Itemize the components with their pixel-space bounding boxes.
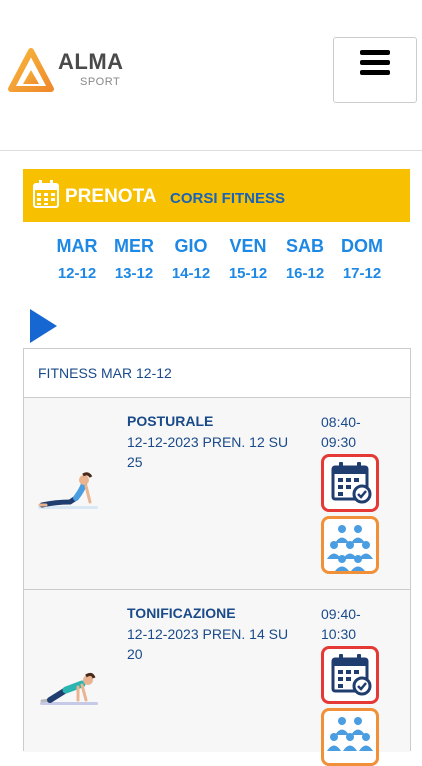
day-name: VEN: [229, 236, 267, 256]
menu-button[interactable]: [333, 37, 417, 103]
book-class-button[interactable]: [321, 646, 379, 704]
calendar-check-icon: [331, 654, 372, 696]
brand-subtitle: SPORT: [80, 76, 121, 88]
header-divider: [0, 150, 422, 151]
day-tab-mar[interactable]: MAR 12-12: [48, 236, 106, 282]
class-info: 12-12-2023 PREN. 14 SU 20: [127, 626, 289, 662]
next-week-play-icon[interactable]: [30, 309, 57, 343]
day-date: 15-12: [228, 265, 268, 282]
brand-name: ALMA: [58, 49, 124, 74]
day-tab-gio[interactable]: GIO 14-12: [162, 236, 220, 282]
alma-sport-logo[interactable]: ALMA SPORT: [8, 46, 138, 96]
calendar-check-icon: [331, 462, 372, 504]
yoga-pose-image-icon: [38, 472, 98, 509]
app-header: ALMA SPORT: [0, 0, 422, 150]
class-time: 09:40-10:30: [321, 606, 361, 642]
day-date: 17-12: [342, 265, 382, 282]
day-name: DOM: [341, 236, 383, 256]
participants-button[interactable]: [321, 708, 379, 766]
day-date: 14-12: [171, 265, 211, 282]
class-time: 08:40-09:30: [321, 414, 361, 450]
class-row: POSTURALE 12-12-2023 PREN. 12 SU 25 08:4…: [24, 397, 410, 590]
day-date: 12-12: [57, 265, 97, 282]
plank-pose-image-icon: [40, 672, 98, 705]
day-tab-dom[interactable]: DOM 17-12: [333, 236, 391, 282]
day-name: MAR: [56, 236, 98, 256]
class-info: 12-12-2023 PREN. 12 SU 25: [127, 434, 289, 470]
banner-subtitle: CORSI FITNESS: [170, 190, 286, 207]
day-tab-mer[interactable]: MER 13-12: [105, 236, 163, 282]
alma-triangle-logo-icon: [8, 48, 54, 92]
class-row: TONIFICAZIONE 12-12-2023 PREN. 14 SU 20 …: [24, 589, 410, 766]
banner-title: PRENOTA: [65, 186, 157, 207]
classes-panel: FITNESS MAR 12-12 POSTURALE 12-12-2023 P…: [23, 348, 411, 766]
class-name: POSTURALE: [127, 413, 214, 429]
day-date: 16-12: [285, 265, 325, 282]
day-date: 13-12: [114, 265, 154, 282]
day-tab-ven[interactable]: VEN 15-12: [219, 236, 277, 282]
book-class-button[interactable]: [321, 454, 379, 512]
day-name: MER: [114, 236, 154, 256]
day-name: GIO: [174, 236, 208, 256]
calendar-icon: [33, 180, 59, 208]
day-tab-sab[interactable]: SAB 16-12: [276, 236, 334, 282]
day-name: SAB: [285, 236, 324, 256]
group-people-icon: [327, 717, 373, 751]
participants-button[interactable]: [321, 516, 379, 574]
group-people-icon: [327, 525, 373, 571]
class-name: TONIFICAZIONE: [127, 605, 236, 621]
booking-banner: PRENOTA CORSI FITNESS: [23, 169, 410, 222]
panel-title: FITNESS MAR 12-12: [38, 365, 172, 381]
